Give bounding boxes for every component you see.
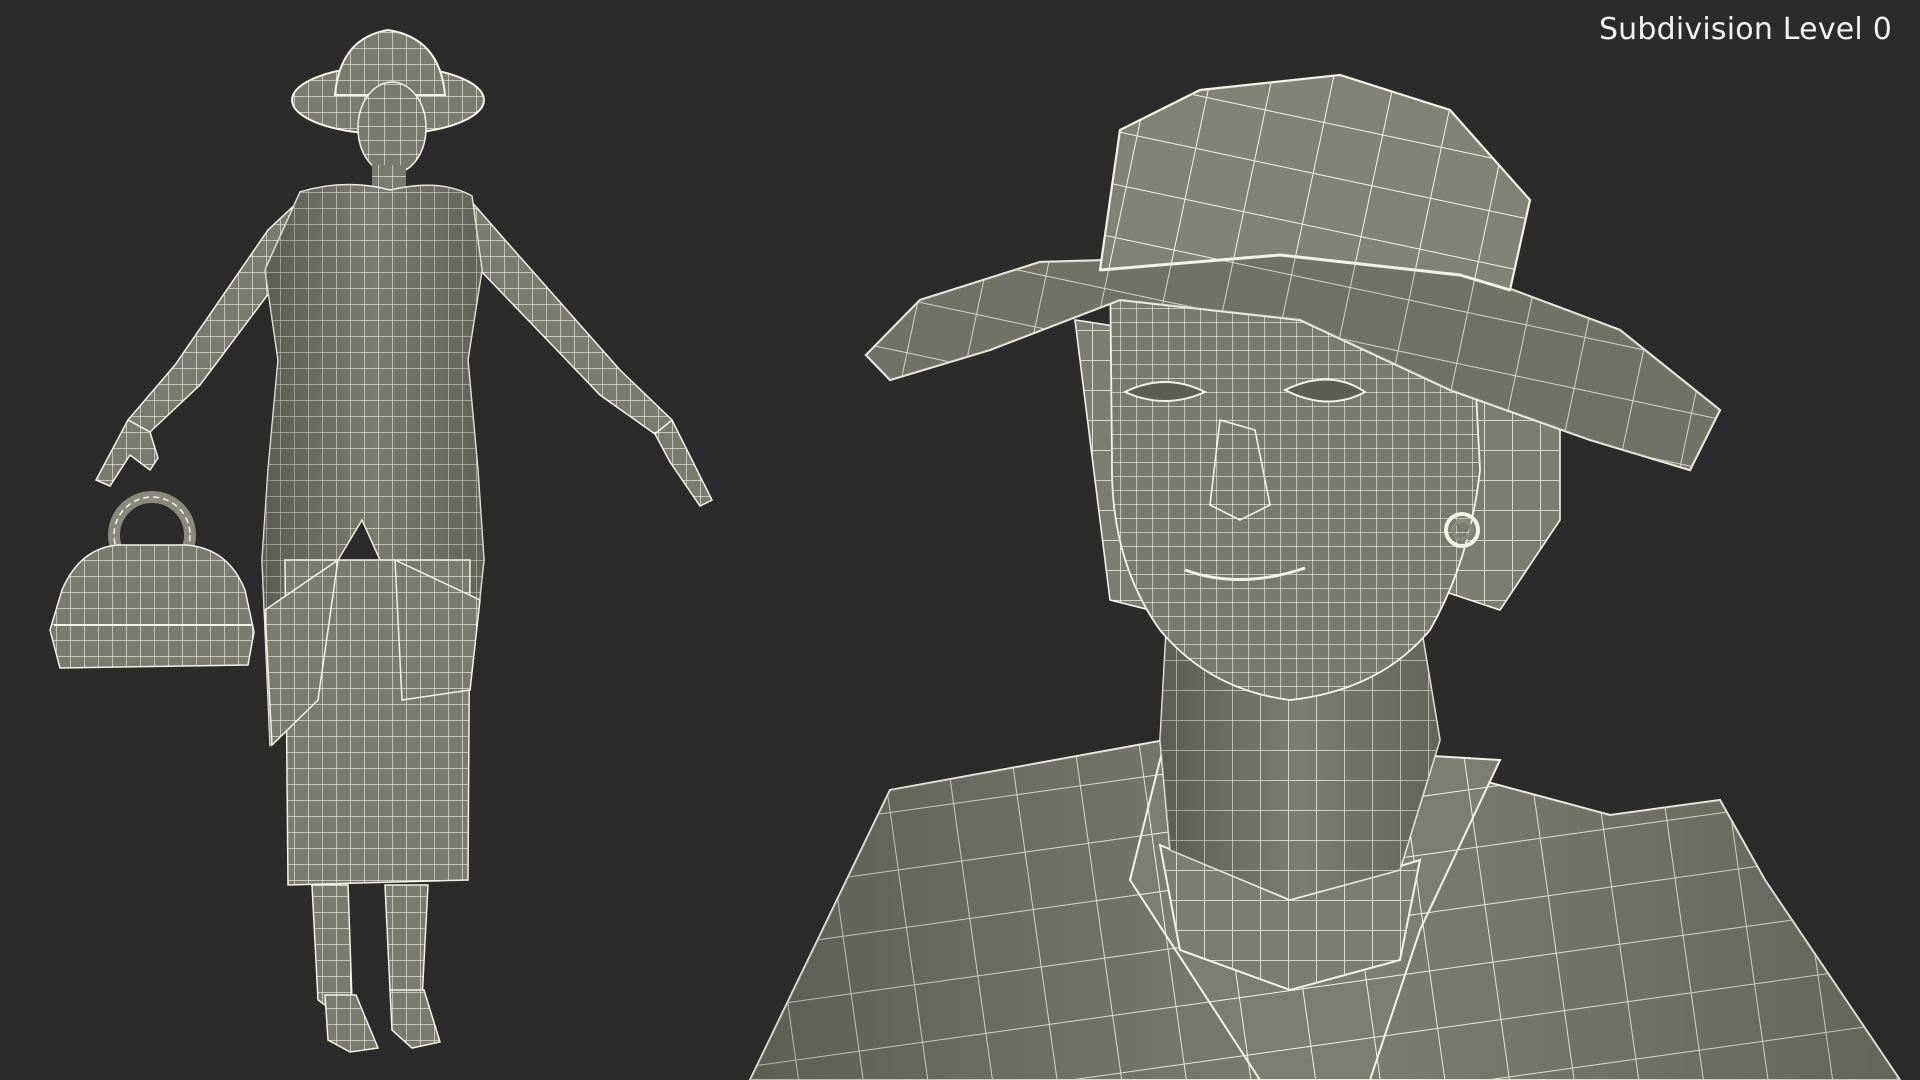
subdivision-level-label: Subdivision Level 0 bbox=[1598, 12, 1892, 47]
wireframe-woman-head-closeup bbox=[748, 73, 1902, 1080]
wireframe-handbag bbox=[49, 491, 255, 669]
viewport-render: Subdivision Level 0 bbox=[0, 0, 1920, 1080]
render-scene bbox=[49, 28, 1902, 1080]
